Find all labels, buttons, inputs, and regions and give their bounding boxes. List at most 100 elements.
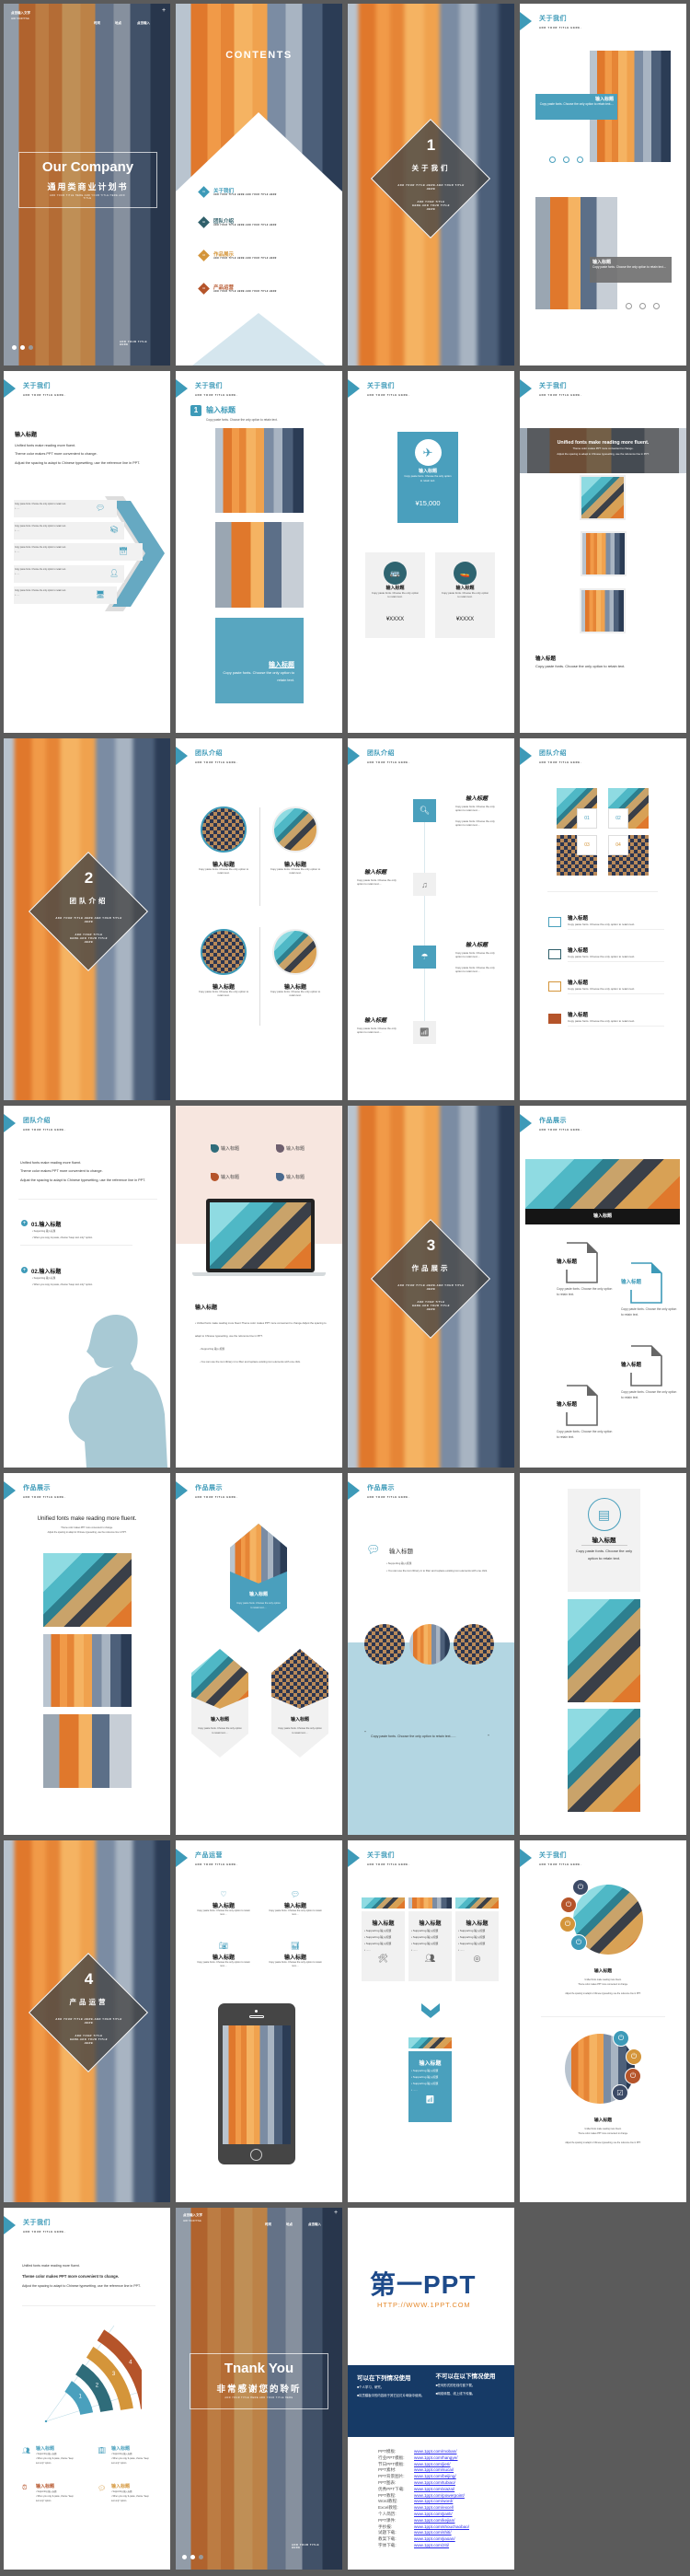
power-icon[interactable]: ⏻ <box>559 1916 576 1932</box>
social-icon[interactable] <box>563 157 569 163</box>
power-icon[interactable]: ⏻ <box>625 2068 641 2084</box>
page-dot[interactable] <box>190 2555 195 2559</box>
slide-team-circles[interactable]: 团队介绍 ADD YOUR TITLE HERE. 输入标题 Copy paste… <box>176 738 342 1100</box>
slide-section-4[interactable]: 4 产品运营 ADD YOUR TITLE HERE.ADD YOUR TITL… <box>4 1840 170 2202</box>
slide-team-puzzle[interactable]: 团队介绍 ADD YOUR TITLE HERE. 01 02 03 04 输入标… <box>520 738 686 1100</box>
slide-team-silhouette[interactable]: 团队介绍 ADD YOUR TITLE HERE. Unified fonts m… <box>4 1106 170 1468</box>
price-card[interactable]: 🚤 输入标题 Copy paste fonts. Choose the only… <box>435 552 495 638</box>
slide-brand[interactable]: 第一PPT HTTP://WWW.1PPT.COM 可以在下列情况使用 ■个人学习… <box>348 2208 514 2570</box>
resource-link[interactable]: www.1ppt.com/shiti/ <box>414 2530 452 2536</box>
header-arrow-icon <box>4 1481 16 1500</box>
resource-link[interactable]: www.1ppt.com/beijing/ <box>414 2474 456 2480</box>
slide-about-cards[interactable]: 关于我们 ADD YOUR TITLE HERE. 输入标题 • Supporti… <box>348 1840 514 2202</box>
page-dot[interactable] <box>29 345 33 350</box>
slide-about-banner[interactable]: 关于我们 ADD YOUR TITLE HERE. Unified fonts m… <box>520 371 686 733</box>
slide-contents[interactable]: CONTENTS 01 关于我们 ADD YOUR TITLE HERE.ADD… <box>176 4 342 366</box>
hexagon-card[interactable]: 输入标题 Copy paste fonts. Choose the only o… <box>271 1649 328 1758</box>
social-icon[interactable] <box>653 303 660 309</box>
nav-time[interactable]: 时间 <box>265 2222 271 2227</box>
thumbnail[interactable] <box>580 588 626 633</box>
highlight-card[interactable]: 输入标题 • Supporting 输入标题 • Supporting 输入标题 •… <box>408 2051 452 2122</box>
contents-item-3[interactable]: 作品展示 <box>213 250 234 258</box>
resource-link[interactable]: www.1ppt.com/powerpoint/ <box>414 2493 465 2500</box>
page-dot[interactable] <box>199 2555 203 2559</box>
plus-circle-icon: + <box>21 1220 28 1226</box>
slide-works-docs[interactable]: 作品展示 ADD YOUR TITLE HERE. 输入标题 输入标题 Copy … <box>520 1106 686 1468</box>
slide-section-3[interactable]: 3 作品展示 ADD YOUR TITLE HERE.ADD YOUR TITL… <box>348 1106 514 1468</box>
slide-thanks[interactable]: 点击输入文字 ADD YOUR TITLE 时间 地点 点击输入 + Tnank… <box>176 2208 342 2570</box>
page-dot[interactable] <box>182 2555 187 2559</box>
power-icon[interactable]: ⏻ <box>560 1897 577 1913</box>
plus-icon[interactable]: + <box>162 7 166 14</box>
slide-about-circles[interactable]: 关于我们 ADD YOUR TITLE HERE. ⏻ ⏻ ⏻ ⏻ ⏻ ⏻ ⏻ ☑ 输入标题 U… <box>520 1840 686 2202</box>
slide-about-photos[interactable]: 关于我们 ADD YOUR TITLE HERE. 输入标题 Copy paste… <box>520 4 686 366</box>
social-icon[interactable] <box>639 303 646 309</box>
resource-link[interactable]: www.1ppt.com/word/ <box>414 2499 453 2505</box>
slide-team-timeline[interactable]: 团队介绍 ADD YOUR TITLE HERE. 🔍︎ 输入标题 Copy pa… <box>348 738 514 1100</box>
search-icon[interactable]: 🔍︎ <box>413 799 436 822</box>
resource-link[interactable]: www.1ppt.com/jianli/ <box>414 2512 453 2518</box>
contents-item-1[interactable]: 关于我们 <box>213 187 234 194</box>
nav-input[interactable]: 点击输入 <box>137 21 150 26</box>
link-row: PPT模板: www.1ppt.com/moban/ <box>378 2449 457 2455</box>
social-icon[interactable] <box>577 157 583 163</box>
thumbnail[interactable] <box>581 531 627 576</box>
power-icon[interactable]: ⏻ <box>626 2048 642 2065</box>
feature-card[interactable]: 输入标题 • Supporting 输入标题 • Supporting 输入标题 •… <box>455 1911 499 1981</box>
doc-title: 输入标题 <box>557 1400 578 1408</box>
slide-product-phone[interactable]: 产品运营 ADD YOUR TITLE HERE. ♡ 输入标题 Copy pas… <box>176 1840 342 2202</box>
slide-about-steps[interactable]: 关于我们 ADD YOUR TITLE HERE. 1 输入标题 Copy pas… <box>176 371 342 733</box>
page-dot[interactable] <box>20 345 25 350</box>
contents-item-4[interactable]: 产品运营 <box>213 284 234 291</box>
slide-works-hexagons[interactable]: 作品展示 ADD YOUR TITLE HERE. 输入标题 Copy paste… <box>176 1473 342 1835</box>
price-card-main[interactable]: ✈ 输入标题 Copy paste fonts. Choose the only… <box>397 432 458 523</box>
resource-link[interactable]: www.1ppt.com/moban/ <box>414 2449 456 2455</box>
page-dot[interactable] <box>12 345 17 350</box>
resource-link[interactable]: www.1ppt.com/sucai/ <box>414 2467 454 2474</box>
slide-subtitle: ADD YOUR TITLE HERE. <box>539 27 582 29</box>
nav-input[interactable]: 点击输入 <box>308 2222 321 2227</box>
price-card[interactable]: 🚌 输入标题 Copy paste fonts. Choose the only… <box>365 552 425 638</box>
social-icon[interactable] <box>549 157 556 163</box>
slide-section-1[interactable]: 1 关于我们 ADD YOUR TITLE HERE.ADD YOUR TITL… <box>348 4 514 366</box>
plus-icon[interactable]: + <box>334 2210 338 2216</box>
slide-team-laptop[interactable]: 输入标题 输入标题 输入标题 输入标题 输入标题 • Unified fonts… <box>176 1106 342 1468</box>
resource-link[interactable]: www.1ppt.com/kejian/ <box>414 2518 454 2524</box>
resource-link[interactable]: www.1ppt.com/ziti/ <box>414 2543 449 2549</box>
slide-works-circles[interactable]: 作品展示 ADD YOUR TITLE HERE. 💬︎ 输入标题 • Suppo… <box>348 1473 514 1835</box>
power-icon[interactable]: ⏻ <box>570 1934 587 1951</box>
contents-item-2[interactable]: 团队介绍 <box>213 217 234 225</box>
resource-link[interactable]: www.1ppt.com/shouchaobao/ <box>414 2524 469 2531</box>
resource-link[interactable]: www.1ppt.com/xiazai/ <box>414 2487 454 2493</box>
slide-cover[interactable]: 点击输入文字 ADD YOUR TITLE 时间 地点 点击输入 + Our C… <box>4 4 170 366</box>
hexagon-card[interactable]: 输入标题 Copy paste fonts. Choose the only o… <box>230 1524 287 1632</box>
power-icon[interactable]: ⏻ <box>613 2030 629 2047</box>
hexagon-card[interactable]: 输入标题 Copy paste fonts. Choose the only o… <box>191 1649 248 1758</box>
checkbox-icon[interactable]: ☑ <box>612 2084 628 2101</box>
brand-url[interactable]: HTTP://WWW.1PPT.COM <box>377 2301 470 2309</box>
corner-sub: ADD YOUR TITLE <box>183 2220 201 2222</box>
slide-section-2[interactable]: 2 团队介绍 ADD YOUR TITLE HERE ADD YOUR TITL… <box>4 738 170 1100</box>
umbrella-icon[interactable]: ☂ <box>413 946 436 969</box>
wifi-icon[interactable]: 📶︎ <box>413 1021 436 1044</box>
slide-about-list[interactable]: 关于我们 ADD YOUR TITLE HERE. 输入标题 Unified fo… <box>4 371 170 733</box>
resource-link[interactable]: www.1ppt.com/tubiao/ <box>414 2480 455 2487</box>
slide-title: 团队介绍 <box>195 750 223 757</box>
social-icon[interactable] <box>626 303 632 309</box>
music-icon[interactable]: ♫ <box>413 873 436 896</box>
slide-about-pricing[interactable]: 关于我们 ADD YOUR TITLE HERE. ✈ 输入标题 Copy pas… <box>348 371 514 733</box>
slide-works-card[interactable]: ▤ 输入标题 Copy paste fonts. Choose the only… <box>520 1473 686 1835</box>
nav-time[interactable]: 时间 <box>94 21 100 26</box>
power-icon[interactable]: ⏻ <box>572 1879 589 1896</box>
nav-place[interactable]: 地点 <box>115 21 121 26</box>
feature-card[interactable]: 输入标题 • Supporting 输入标题 • Supporting 输入标题 •… <box>408 1911 452 1981</box>
resource-link[interactable]: www.1ppt.com/hangye/ <box>414 2455 458 2462</box>
resource-link[interactable]: www.1ppt.com/jiaoan/ <box>414 2536 455 2543</box>
resource-link[interactable]: www.1ppt.com/jieri/ <box>414 2462 451 2468</box>
feature-card[interactable]: 输入标题 • Supporting 输入标题 • Supporting 输入标题 •… <box>362 1911 405 1981</box>
slide-about-fan[interactable]: 关于我们 ADD YOUR TITLE HERE. Unified fonts m… <box>4 2208 170 2570</box>
resource-link[interactable]: www.1ppt.com/excel/ <box>414 2505 454 2512</box>
thumbnail[interactable] <box>580 475 626 520</box>
slide-works-photos[interactable]: 作品展示 ADD YOUR TITLE HERE. Unified fonts m… <box>4 1473 170 1835</box>
nav-place[interactable]: 地点 <box>286 2222 293 2227</box>
